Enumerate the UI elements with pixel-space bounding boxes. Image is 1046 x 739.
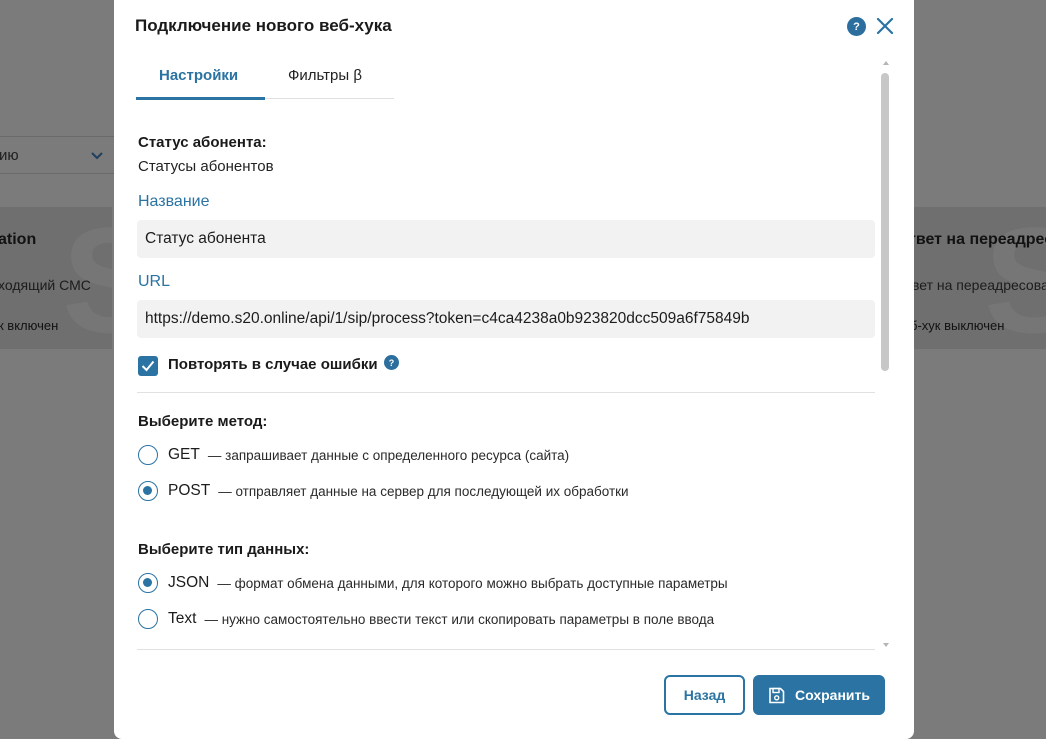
retry-checkbox[interactable]: [138, 356, 158, 376]
datatype-name: Text: [168, 610, 197, 627]
radio-json[interactable]: [138, 573, 158, 593]
scroll-down-icon[interactable]: [883, 643, 889, 647]
tab-bar: Настройки Фильтры β: [136, 60, 394, 100]
save-label: Сохранить: [795, 687, 870, 703]
name-field[interactable]: [137, 220, 875, 258]
method-name: GET: [168, 446, 200, 463]
datatype-desc: — нужно самостоятельно ввести текст или …: [204, 611, 715, 627]
name-label: Название: [138, 193, 210, 210]
radio-text[interactable]: [138, 609, 158, 629]
background-card-subtitle: вет на переадресова: [914, 277, 1046, 293]
method-desc: — запрашивает данные с определенного рес…: [207, 447, 570, 463]
radio-get[interactable]: [138, 445, 158, 465]
save-icon: [769, 687, 785, 703]
radio-post[interactable]: [138, 481, 158, 501]
modal-title: Подключение нового веб-хука: [135, 16, 392, 35]
datatype-heading: Выберите тип данных:: [138, 541, 310, 558]
back-button[interactable]: Назад: [664, 675, 745, 715]
datatype-desc: — формат обмена данными, для которого мо…: [217, 575, 728, 591]
background-select: ию: [0, 136, 120, 174]
method-option-get[interactable]: GET — запрашивает данные с определенного…: [138, 444, 569, 466]
method-name: POST: [168, 482, 211, 499]
datatype-option-text[interactable]: Text — нужно самостоятельно ввести текст…: [138, 608, 714, 630]
scroll-up-icon[interactable]: [883, 61, 889, 65]
url-field[interactable]: [137, 300, 875, 338]
divider: [137, 392, 875, 393]
webhook-modal: Подключение нового веб-хука ? Настройки …: [114, 0, 914, 739]
method-heading: Выберите метод:: [138, 413, 268, 430]
scrollbar-thumb[interactable]: [881, 73, 889, 371]
background-card-title: ation: [0, 231, 37, 248]
background-card-title: твет на переадрес: [914, 231, 1046, 248]
background-card-left: S ation ходящий СМС к включен: [0, 207, 112, 349]
status-value: Статусы абонентов: [138, 158, 274, 175]
background-card-right: S твет на переадрес вет на переадресова …: [914, 207, 1046, 349]
help-icon[interactable]: ?: [847, 17, 866, 36]
divider: [137, 649, 875, 650]
tab-settings[interactable]: Настройки: [159, 67, 238, 84]
active-tab-indicator: [136, 97, 265, 100]
check-icon: [141, 360, 155, 372]
method-desc: — отправляет данные на сервер для послед…: [218, 483, 629, 499]
datatype-name: JSON: [168, 574, 210, 591]
method-option-post[interactable]: POST — отправляет данные на сервер для п…: [138, 480, 629, 502]
scrollbar[interactable]: [880, 58, 892, 650]
background-select-text: ию: [0, 147, 19, 164]
retry-label[interactable]: Повторять в случае ошибки: [168, 356, 378, 373]
tab-filters[interactable]: Фильтры β: [288, 67, 362, 84]
retry-help-icon[interactable]: ?: [384, 355, 399, 370]
background-card-status: б-хук выключен: [914, 318, 1005, 333]
background-card-status: к включен: [0, 318, 59, 333]
save-button[interactable]: Сохранить: [753, 675, 885, 715]
datatype-option-json[interactable]: JSON — формат обмена данными, для которо…: [138, 572, 728, 594]
status-label: Статус абонента:: [138, 134, 267, 151]
close-icon[interactable]: [875, 16, 895, 36]
background-card-subtitle: ходящий СМС: [0, 277, 91, 293]
url-label: URL: [138, 273, 171, 290]
settings-form: Статус абонента: Статусы абонентов Назва…: [136, 110, 876, 650]
chevron-down-icon: [91, 152, 103, 160]
